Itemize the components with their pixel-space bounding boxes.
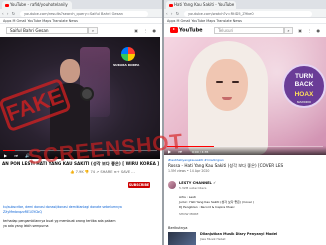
left-progress-fill xyxy=(3,150,16,151)
badge-line: BACK xyxy=(294,81,314,88)
badge-line: TURN xyxy=(294,73,314,80)
channel-logo-text: SUKARA KOREA xyxy=(113,63,140,67)
left-search-icon[interactable]: ⌕ xyxy=(88,27,98,34)
youtube-logo-text: YouTube xyxy=(179,27,203,34)
right-channel-info[interactable]: LESTY CHANNEL ✓ 5.32M subscribers xyxy=(168,181,278,193)
right-video-meta: 1.5M views • 14 Apr 2020 xyxy=(168,169,210,173)
subscribe-button[interactable]: SUBSCRIBE xyxy=(128,182,150,188)
right-header-icons[interactable]: ▣ ⋮ ● xyxy=(298,28,322,33)
avatar[interactable] xyxy=(168,181,176,189)
left-url-field[interactable]: youtube.com/results?search_query=Saiful … xyxy=(20,10,148,17)
singer-eye xyxy=(216,81,223,83)
left-tab-strip: YouTube - rafid/youhotelanily xyxy=(0,0,162,9)
youtube-play-icon xyxy=(170,27,178,33)
left-tab-title: YouTube - rafid/youhotelanily xyxy=(10,2,68,7)
right-search-icon[interactable]: ⌕ xyxy=(284,27,293,34)
right-time-display: 0:00 / 4:35 xyxy=(192,149,209,154)
left-search-input[interactable]: Saiful Bahri Gesan xyxy=(6,27,88,34)
up-next-channel: Jiwa Musik Hebat xyxy=(200,237,226,241)
left-desc-line: terhadap pengambilannya buat yg membuat … xyxy=(3,219,116,223)
right-channel-subs: 5.32M subscribers xyxy=(179,186,207,190)
left-youtube-header: Saiful Bahri Gesan ⌕ ▣ ⋮ ● xyxy=(0,24,162,37)
singer-eye xyxy=(232,81,239,83)
right-progress-bar[interactable] xyxy=(167,146,323,147)
up-next-thumbnail[interactable] xyxy=(168,232,196,245)
right-tab[interactable]: Hati Yang Kau Sakiti - YouTube xyxy=(166,1,236,9)
singer-head xyxy=(60,59,80,83)
right-browser-window: Hati Yang Kau Sakiti - YouTube ‹ › ↻ you… xyxy=(164,0,326,245)
right-address-bar: ‹ › ↻ youtube.com/watch?v=RtlD5_Z9ke0 xyxy=(164,9,326,18)
left-browser-window: YouTube - rafid/youhotelanily ‹ › ↻ yout… xyxy=(0,0,162,245)
right-player-controls: ▶ ⏭ 0:00 / 4:35 xyxy=(164,146,326,155)
left-desc-line[interactable]: ku/subscribe, demi donasi donasi/donasi … xyxy=(3,205,122,209)
right-channel-name[interactable]: LESTY CHANNEL ✓ xyxy=(179,181,216,185)
right-tab-strip: Hati Yang Kau Sakiti - YouTube xyxy=(164,0,326,9)
right-desc-line: Judul : Hati Yang Kau Sakiti (성각 보다 좋은) … xyxy=(179,200,255,204)
youtube-favicon-icon xyxy=(169,3,173,7)
badge-line: HOAX xyxy=(294,91,314,98)
left-desc-line: ya ada yang lebih sempurna xyxy=(3,224,49,228)
right-nav-buttons-icon[interactable]: ‹ › ↻ xyxy=(166,11,180,16)
left-desc-line[interactable]: ZXyMmbnqzvRE1GYCbQ xyxy=(3,210,42,214)
channel-logo-icon xyxy=(121,47,135,61)
screenshot-stage: YouTube - rafid/youhotelanily ‹ › ↻ yout… xyxy=(0,0,326,245)
left-tab[interactable]: YouTube - rafid/youhotelanily xyxy=(2,1,72,9)
left-nav-buttons-icon[interactable]: ‹ › ↻ xyxy=(2,11,16,16)
microphone-icon xyxy=(80,87,94,101)
turnbackhoax-badge: TURN BACK HOAX MAFINDO xyxy=(282,64,326,108)
badge-line: MAFINDO xyxy=(297,100,311,104)
right-tab-title: Hati Yang Kau Sakiti - YouTube xyxy=(174,2,235,7)
left-header-icons[interactable]: ▣ ⋮ ● xyxy=(134,28,158,33)
up-next-heading: Berikutnya xyxy=(168,226,188,230)
left-video-actions[interactable]: 👍 7.9K 👎 74 ↗ SHARE ≡+ SAVE ... xyxy=(70,170,135,174)
right-url-field[interactable]: youtube.com/watch?v=RtlD5_Z9ke0 xyxy=(184,10,312,17)
right-desc-line: DJ Pengiklan : Record & Inspire Music xyxy=(179,205,235,209)
youtube-favicon-icon xyxy=(5,3,9,7)
right-desc-line: Artis : Lesti xyxy=(179,195,196,199)
left-address-bar: ‹ › ↻ youtube.com/results?search_query=S… xyxy=(0,9,162,18)
show-more-button[interactable]: SHOW MORE xyxy=(179,212,198,216)
youtube-logo[interactable]: YouTube xyxy=(170,27,203,34)
singer-face xyxy=(206,59,248,111)
right-youtube-header: YouTube Telusuri ⌕ ▣ ⋮ ● xyxy=(164,24,326,37)
up-next-title[interactable]: Dilanjutkan Musik Diary Penyanyi Model xyxy=(200,232,277,236)
right-search-input[interactable]: Telusuri xyxy=(214,27,284,34)
right-hashtags[interactable]: #lestihatiyangkausakiti #ririsdirigian xyxy=(168,158,224,162)
singer-mouth xyxy=(222,97,232,100)
